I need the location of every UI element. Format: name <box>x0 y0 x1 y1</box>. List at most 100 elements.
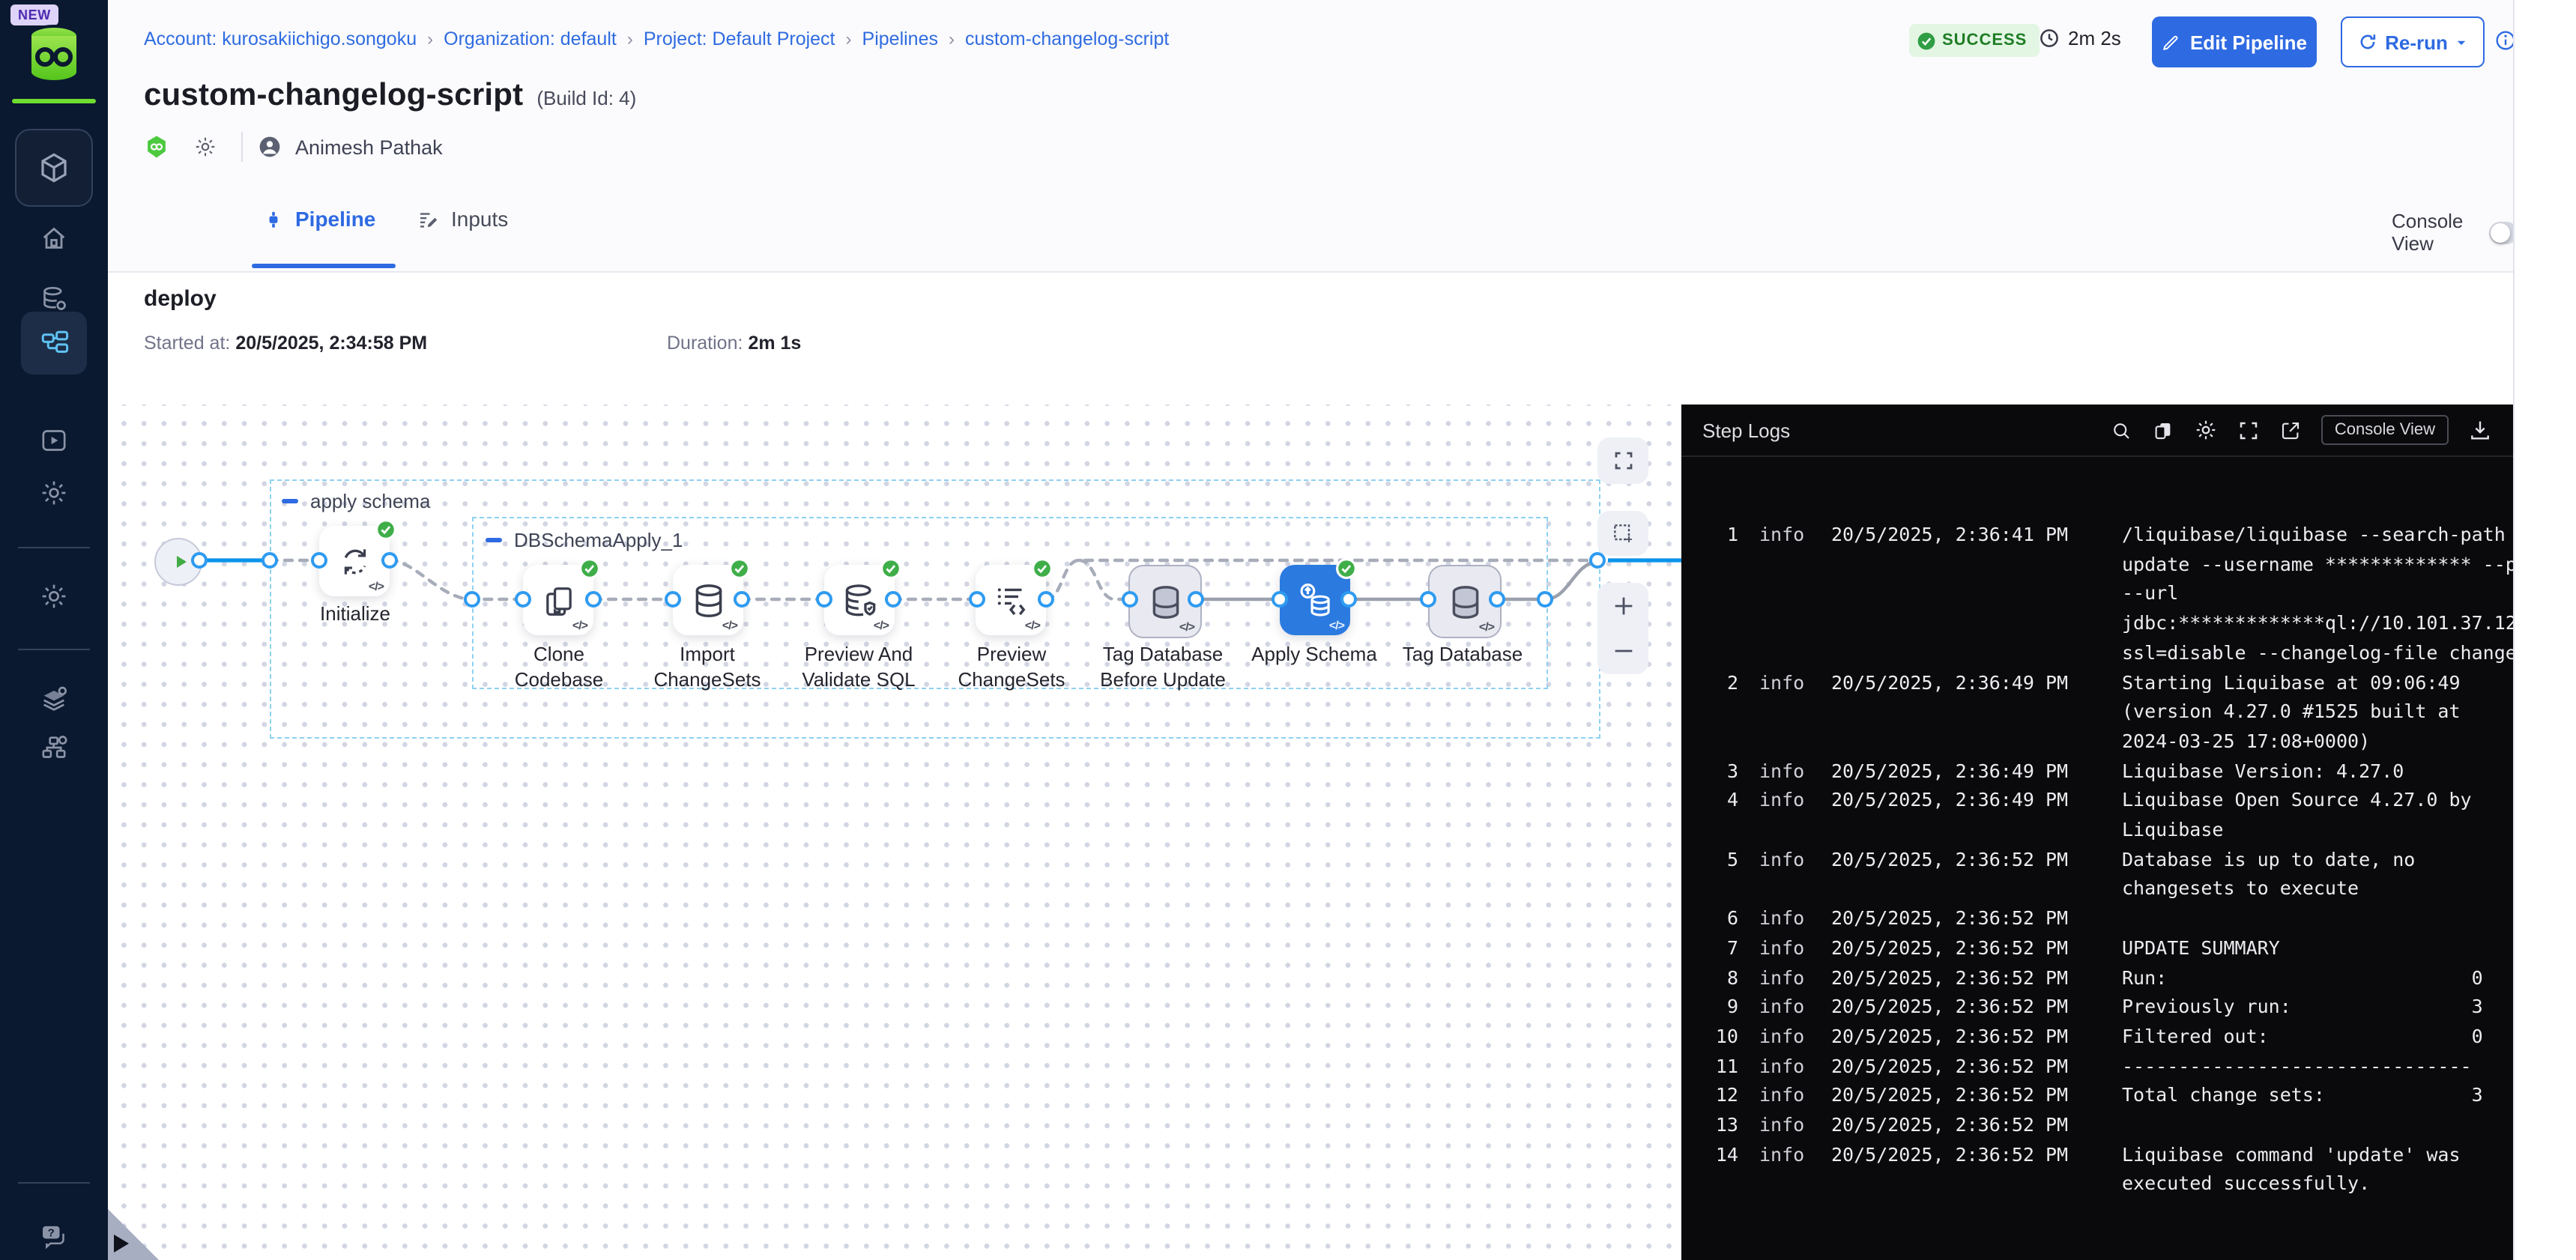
step-node-preview-validate-sql[interactable]: </> <box>824 565 895 635</box>
log-line: 2info20/5/2025, 2:36:49 PMStarting Liqui… <box>1681 667 2513 756</box>
status-badge: SUCCESS <box>1909 24 2039 57</box>
step-node-preview-changesets[interactable]: </> <box>976 565 1046 635</box>
harness-dbops-logo-icon[interactable] <box>24 24 84 87</box>
connector-port <box>1122 591 1138 608</box>
log-line: 9info20/5/2025, 2:36:52 PMPreviously run… <box>1681 993 2513 1022</box>
logo-underline <box>12 99 96 103</box>
zoom-out-button[interactable] <box>1610 639 1636 664</box>
log-line: 6info20/5/2025, 2:36:52 PM <box>1681 903 2513 933</box>
settings-gear-icon[interactable] <box>39 581 69 611</box>
fullscreen-icon[interactable] <box>2237 419 2260 441</box>
step-node-initialize[interactable]: </> <box>319 526 390 596</box>
template-code-marker: </> <box>1479 620 1494 634</box>
log-line: 10info20/5/2025, 2:36:52 PMFiltered out:… <box>1681 1022 2513 1051</box>
build-id: (Build Id: 4) <box>536 87 636 109</box>
success-check-icon <box>1917 31 1936 50</box>
group-label-apply-schema[interactable]: apply schema <box>282 490 430 512</box>
sidebar: NEW <box>0 0 108 1260</box>
breadcrumb-current[interactable]: custom-changelog-script <box>965 28 1169 49</box>
zoom-in-button[interactable] <box>1610 593 1636 619</box>
template-code-marker: </> <box>369 580 384 593</box>
cube-icon <box>36 150 72 186</box>
success-check-icon <box>880 557 902 580</box>
active-tab-underline <box>252 264 396 268</box>
connector-port <box>969 591 985 608</box>
step-node-import-changesets[interactable]: </> <box>673 565 743 635</box>
org-hierarchy-settings-icon[interactable] <box>39 733 69 763</box>
scrollbar-gutter[interactable] <box>2513 0 2576 1260</box>
success-check-icon <box>728 557 751 580</box>
step-logs-title: Step Logs <box>1702 419 1790 441</box>
inputs-tab-icon <box>417 208 439 230</box>
marquee-select-button[interactable] <box>1597 511 1648 556</box>
tab-pipeline[interactable]: Pipeline <box>264 207 375 231</box>
gear-icon[interactable] <box>39 478 69 508</box>
apply-schema-upload-database-icon <box>1295 580 1335 620</box>
connector-port <box>816 591 832 608</box>
log-settings-gear-icon[interactable] <box>2194 418 2218 442</box>
canvas-corner-arrow-icon <box>114 1235 129 1253</box>
template-code-marker: </> <box>1025 619 1040 632</box>
connector-port <box>585 591 602 608</box>
success-check-icon <box>578 557 601 580</box>
fit-to-screen-button[interactable] <box>1597 437 1648 484</box>
step-label: Initialize <box>265 601 445 626</box>
connector-port <box>1537 591 1553 608</box>
connector-port <box>1420 591 1436 608</box>
chevron-down-icon <box>2455 35 2469 49</box>
zoom-controls[interactable] <box>1597 583 1648 674</box>
log-line: 3info20/5/2025, 2:36:49 PMLiquibase Vers… <box>1681 756 2513 785</box>
breadcrumb-project[interactable]: Project: Default Project <box>644 28 835 49</box>
log-line: 4info20/5/2025, 2:36:49 PMLiquibase Open… <box>1681 786 2513 845</box>
step-node-clone-codebase[interactable]: </> <box>523 565 593 635</box>
connector-port <box>665 591 681 608</box>
log-line: 5info20/5/2025, 2:36:52 PMDatabase is up… <box>1681 844 2513 903</box>
connector-port <box>515 591 531 608</box>
download-icon[interactable] <box>2468 418 2492 442</box>
breadcrumb: Account: kurosakiichigo.songoku › Organi… <box>144 28 1169 49</box>
clone-codebase-icon <box>539 581 578 620</box>
sidebar-divider <box>18 547 90 548</box>
avatar <box>258 135 282 159</box>
new-badge: NEW <box>10 4 58 25</box>
breadcrumb-account[interactable]: Account: kurosakiichigo.songoku <box>144 28 417 49</box>
connector-port <box>1188 591 1204 608</box>
template-code-marker: </> <box>722 619 737 632</box>
pipeline-graph-canvas[interactable]: apply schema DBSchemaApply_1 <box>108 405 1681 1260</box>
pipeline-settings-gear-icon[interactable] <box>193 135 217 159</box>
connector-port <box>191 552 208 569</box>
module-selector-button[interactable] <box>15 129 93 207</box>
connector-port <box>1038 591 1054 608</box>
log-output[interactable]: 1info20/5/2025, 2:36:41 PM/liquibase/liq… <box>1681 457 2513 1199</box>
log-line: 13info20/5/2025, 2:36:52 PM <box>1681 1110 2513 1139</box>
layers-settings-icon[interactable] <box>39 685 69 715</box>
connector-port <box>1589 552 1606 569</box>
home-icon[interactable] <box>39 223 69 253</box>
help-chat-icon[interactable]: ? <box>39 1221 69 1251</box>
collapse-icon[interactable] <box>486 539 502 542</box>
database-check-icon <box>839 580 880 620</box>
rerun-icon <box>2356 31 2377 52</box>
group-label-dbschemaapply[interactable]: DBSchemaApply_1 <box>486 529 683 551</box>
template-code-marker: </> <box>1179 620 1194 634</box>
rerun-button[interactable]: Re-run <box>2341 16 2485 67</box>
database-settings-icon[interactable] <box>39 283 69 313</box>
success-check-icon <box>1031 557 1053 580</box>
connector-port <box>1272 591 1288 608</box>
search-icon[interactable] <box>2110 419 2132 441</box>
breadcrumb-organization[interactable]: Organization: default <box>444 28 617 49</box>
executions-icon[interactable] <box>39 425 69 455</box>
edit-pipeline-button[interactable]: Edit Pipeline <box>2152 16 2317 67</box>
tab-inputs[interactable]: Inputs <box>417 207 508 231</box>
sidebar-item-pipelines-active[interactable] <box>21 312 87 375</box>
step-node-apply-schema-selected[interactable]: </> <box>1280 565 1350 635</box>
connector-port <box>734 591 750 608</box>
collapse-icon[interactable] <box>282 500 298 503</box>
breadcrumb-pipelines[interactable]: Pipelines <box>862 28 938 49</box>
connector-port <box>1489 591 1505 608</box>
copy-icon[interactable] <box>2152 419 2174 441</box>
stage-name: deploy <box>144 286 217 312</box>
console-view-button[interactable]: Console View <box>2321 415 2449 445</box>
open-in-new-icon[interactable] <box>2279 419 2302 441</box>
svg-text:?: ? <box>48 1226 55 1238</box>
